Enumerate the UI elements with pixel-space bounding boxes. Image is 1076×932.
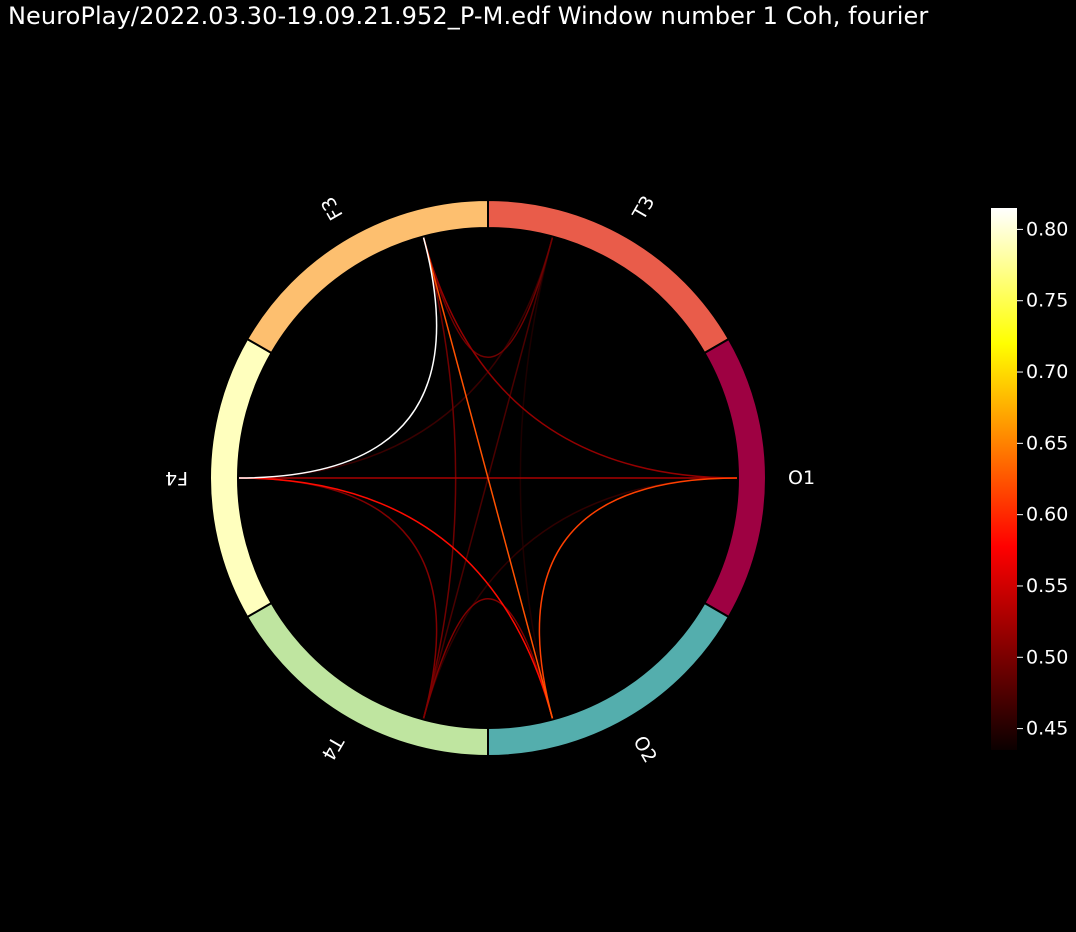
colorbar-tick-label: 0.50	[1026, 646, 1068, 668]
connection-f3-t3	[422, 235, 554, 358]
node-label-t4: T4	[317, 731, 348, 763]
colorbar-ticks: 0.45 0.50 0.55 0.60 0.65 0.70 0.75 0.80	[1017, 218, 1068, 740]
node-arc-t4	[245, 601, 489, 758]
node-label-t3: T3	[628, 192, 659, 224]
node-arc-t3	[487, 198, 731, 355]
connection-o2-t4	[422, 598, 554, 721]
colorbar-tick-label: 0.45	[1026, 718, 1068, 740]
node-label-f4: F4	[165, 467, 188, 489]
connection-f4-t3	[237, 235, 554, 479]
colorbar-tick-label: 0.60	[1026, 504, 1068, 526]
node-arc-f3	[245, 198, 489, 355]
node-label-o2: O2	[628, 732, 661, 766]
colorbar-tick-label: 0.80	[1026, 218, 1068, 240]
colorbar-tick-label: 0.70	[1026, 361, 1068, 383]
connection-f4-o2	[237, 477, 554, 721]
node-label-o1: O1	[788, 467, 815, 489]
connection-f3-o1	[422, 235, 739, 479]
node-arc-o2	[487, 601, 731, 758]
node-label-f3: F3	[317, 193, 348, 224]
labels-layer: T3 O1 O2 T4 F4 F3	[165, 192, 815, 767]
colorbar-gradient	[991, 208, 1017, 750]
connectivity-circle-chart: T3 O1 O2 T4 F4 F3 0.45 0.50 0.55 0.60 0.65 0.70 0.7…	[165, 192, 1068, 767]
colorbar-tick-label: 0.65	[1026, 432, 1068, 454]
colorbar-tick-label: 0.55	[1026, 575, 1068, 597]
colorbar: 0.45 0.50 0.55 0.60 0.65 0.70 0.75 0.80	[991, 208, 1068, 750]
connection-o1-t4	[422, 477, 739, 721]
connections-layer	[237, 235, 739, 721]
colorbar-tick-label: 0.75	[1026, 290, 1068, 312]
